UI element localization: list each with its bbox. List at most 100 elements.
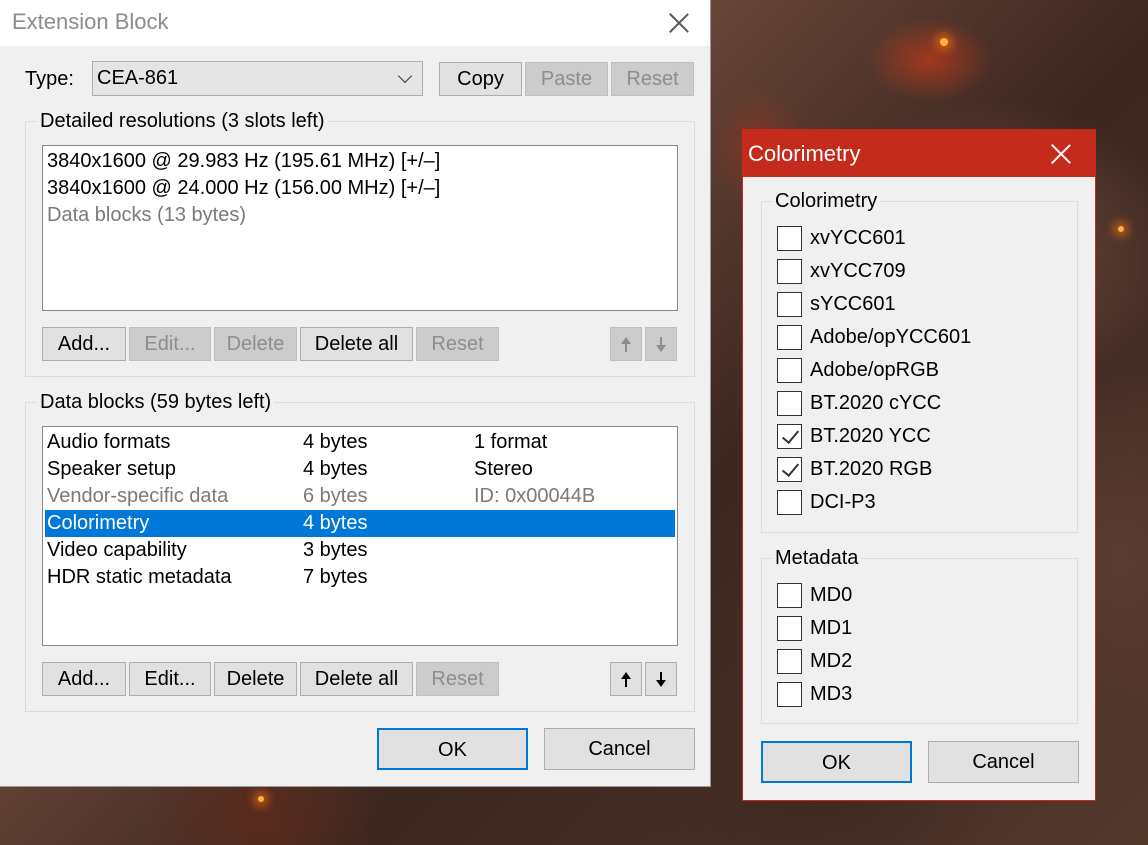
delete-resolution-button[interactable]: Delete [214, 327, 297, 361]
block-size: 7 bytes [303, 566, 368, 588]
block-name: Vendor-specific data [47, 485, 229, 507]
ok-button[interactable]: OK [377, 728, 528, 770]
chevron-down-icon [397, 68, 413, 84]
arrow-stem [660, 337, 662, 345]
arrow-stem [625, 679, 627, 687]
colorimetry-dialog: Colorimetry Colorimetry xvYCC601 xvYCC70… [742, 129, 1096, 801]
block-info: 1 format [474, 431, 548, 453]
edit-resolution-button[interactable]: Edit... [129, 327, 211, 361]
type-label: Type: [25, 68, 74, 90]
add-resolution-button[interactable]: Add... [42, 327, 126, 361]
checkbox-box[interactable] [777, 226, 802, 251]
move-block-down-button[interactable] [645, 662, 677, 696]
data-blocks-list[interactable]: Audio formats 4 bytes 1 format Speaker s… [42, 426, 678, 646]
block-size: 4 bytes [303, 431, 368, 453]
block-size: 4 bytes [303, 458, 368, 480]
checkbox-box[interactable] [777, 649, 802, 674]
close-icon[interactable] [1048, 141, 1074, 167]
table-row-selected[interactable]: Colorimetry 4 bytes [45, 510, 675, 537]
checkbox-label: Adobe/opYCC601 [810, 326, 972, 348]
delete-all-resolutions-button[interactable]: Delete all [300, 327, 413, 361]
arrow-up-icon [621, 672, 631, 679]
metadata-group [761, 558, 1078, 724]
block-size: 6 bytes [303, 485, 368, 507]
table-row[interactable]: Video capability 3 bytes [45, 537, 675, 564]
dialog-title-bar: Colorimetry [743, 130, 1095, 177]
resolution-text: 3840x1600 @ 29.983 Hz (195.61 MHz) [+/–] [47, 150, 441, 172]
checkbox-label: sYCC601 [810, 293, 896, 315]
add-block-button[interactable]: Add... [42, 662, 126, 696]
background-spark [258, 796, 264, 802]
block-size: 4 bytes [303, 512, 368, 534]
arrow-stem [625, 344, 627, 352]
window-title: Extension Block [12, 9, 169, 34]
checkbox-box[interactable] [777, 358, 802, 383]
checkbox-label: xvYCC601 [810, 227, 906, 249]
list-item[interactable]: 3840x1600 @ 24.000 Hz (156.00 MHz) [+/–] [45, 175, 675, 202]
checkbox-label: BT.2020 YCC [810, 425, 931, 447]
checkbox-box[interactable] [777, 292, 802, 317]
close-icon[interactable] [666, 10, 692, 36]
arrow-stem [660, 672, 662, 680]
checkbox-box[interactable] [777, 490, 802, 515]
checkbox-box[interactable] [777, 391, 802, 416]
checkbox-box[interactable] [777, 325, 802, 350]
move-block-up-button[interactable] [610, 662, 642, 696]
block-name: Video capability [47, 539, 187, 561]
reset-button[interactable]: Reset [611, 62, 694, 96]
metadata-group-heading: Metadata [772, 547, 862, 570]
resolution-text: 3840x1600 @ 24.000 Hz (156.00 MHz) [+/–] [47, 177, 441, 199]
block-info: Stereo [474, 458, 533, 480]
type-value: CEA-861 [97, 67, 179, 89]
detailed-resolutions-heading: Detailed resolutions (3 slots left) [37, 110, 328, 133]
background-spark [940, 38, 948, 46]
arrow-up-icon [621, 337, 631, 344]
list-item[interactable]: Data blocks (13 bytes) [45, 202, 675, 229]
move-up-button[interactable] [610, 327, 642, 361]
table-row[interactable]: Vendor-specific data 6 bytes ID: 0x00044… [45, 483, 675, 510]
table-row[interactable]: Speaker setup 4 bytes Stereo [45, 456, 675, 483]
move-down-button[interactable] [645, 327, 677, 361]
checkbox-box[interactable] [777, 616, 802, 641]
reset-blocks-button[interactable]: Reset [416, 662, 499, 696]
paste-button[interactable]: Paste [525, 62, 608, 96]
reset-resolutions-button[interactable]: Reset [416, 327, 499, 361]
checkbox-label: xvYCC709 [810, 260, 906, 282]
checkbox-box[interactable] [777, 259, 802, 284]
edit-block-button[interactable]: Edit... [129, 662, 211, 696]
checkbox-label: BT.2020 RGB [810, 458, 933, 480]
cancel-button[interactable]: Cancel [544, 728, 695, 770]
dialog-ok-button[interactable]: OK [761, 741, 912, 783]
detailed-resolutions-list[interactable]: 3840x1600 @ 29.983 Hz (195.61 MHz) [+/–]… [42, 145, 678, 311]
checkmark-icon[interactable] [777, 457, 802, 482]
type-dropdown[interactable]: CEA-861 [92, 61, 423, 96]
checkbox-label: DCI-P3 [810, 491, 876, 513]
checkbox-label: MD3 [810, 683, 853, 705]
copy-button[interactable]: Copy [439, 62, 522, 96]
table-row[interactable]: Audio formats 4 bytes 1 format [45, 429, 675, 456]
data-blocks-heading: Data blocks (59 bytes left) [37, 391, 275, 414]
checkmark-icon[interactable] [777, 424, 802, 449]
title-bar: Extension Block [0, 0, 710, 46]
block-size: 3 bytes [303, 539, 368, 561]
checkbox-label: MD1 [810, 617, 853, 639]
block-name: HDR static metadata [47, 566, 232, 588]
extension-block-window: Extension Block Type: CEA-861 Copy Paste… [0, 0, 711, 787]
delete-block-button[interactable]: Delete [214, 662, 297, 696]
resolution-text: Data blocks (13 bytes) [47, 204, 246, 226]
checkbox-label: BT.2020 cYCC [810, 392, 942, 414]
dialog-title: Colorimetry [748, 141, 861, 166]
table-row[interactable]: HDR static metadata 7 bytes [45, 564, 675, 591]
block-name: Audio formats [47, 431, 171, 453]
block-name: Colorimetry [47, 512, 150, 534]
checkbox-box[interactable] [777, 583, 802, 608]
list-item[interactable]: 3840x1600 @ 29.983 Hz (195.61 MHz) [+/–] [45, 148, 675, 175]
block-info: ID: 0x00044B [474, 485, 596, 507]
arrow-down-icon [656, 680, 666, 687]
dialog-cancel-button[interactable]: Cancel [928, 741, 1079, 783]
checkbox-box[interactable] [777, 682, 802, 707]
checkbox-label: MD2 [810, 650, 853, 672]
colorimetry-group-heading: Colorimetry [772, 190, 881, 213]
delete-all-blocks-button[interactable]: Delete all [300, 662, 413, 696]
background-spark [1118, 226, 1124, 232]
